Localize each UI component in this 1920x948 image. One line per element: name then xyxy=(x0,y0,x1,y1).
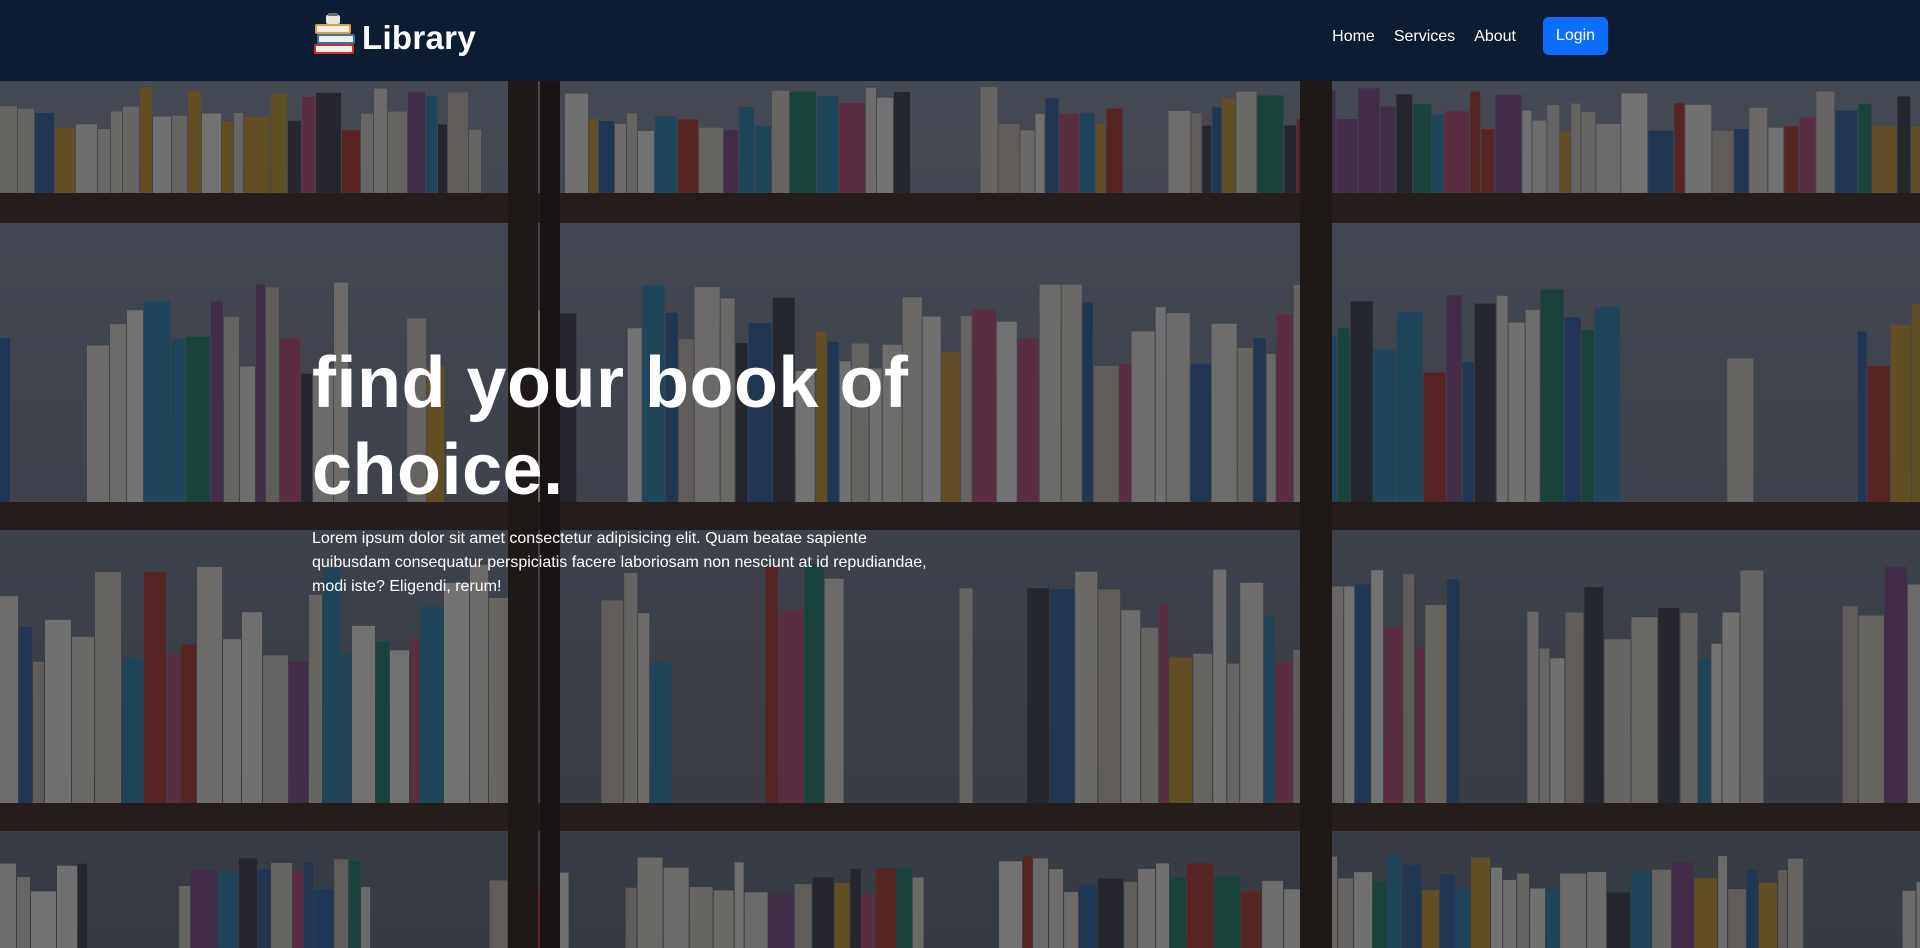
login-button[interactable]: Login xyxy=(1543,16,1608,55)
hero-description: Lorem ipsum dolor sit amet consectetur a… xyxy=(312,530,927,595)
hero-content: find your book of choice. Lorem ipsum do… xyxy=(312,340,952,599)
main-nav: Home Services About Login xyxy=(1332,0,1608,74)
nav-link-home[interactable]: Home xyxy=(1332,28,1375,46)
hero-title: find your book of choice. xyxy=(312,343,909,510)
nav-link-services[interactable]: Services xyxy=(1394,28,1455,46)
navbar: Library Home Services About Login xyxy=(0,0,1920,81)
brand-link[interactable]: Library xyxy=(312,12,476,58)
books-stack-icon xyxy=(314,13,355,54)
hero-section: find your book of choice. Lorem ipsum do… xyxy=(0,81,1920,948)
nav-link-about[interactable]: About xyxy=(1474,28,1516,46)
hero-dark-overlay xyxy=(0,81,1920,948)
brand-name: Library xyxy=(362,19,476,56)
